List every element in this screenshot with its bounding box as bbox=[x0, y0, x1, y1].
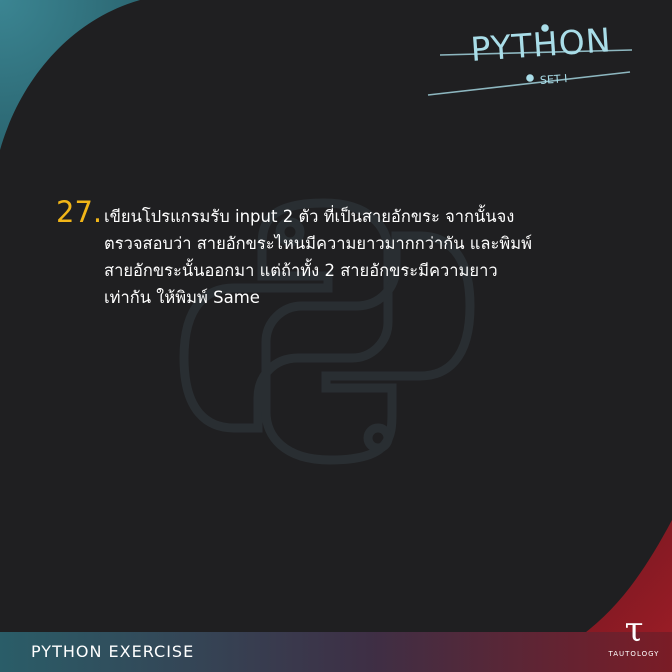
question-text: เขียนโปรแกรมรับ input 2 ตัว ที่เป็นสายอั… bbox=[104, 203, 624, 311]
footer-label: PYTHON EXERCISE bbox=[31, 642, 195, 661]
question-line: เท่ากัน ให้พิมพ์ Same bbox=[104, 288, 260, 307]
set-label: SET I bbox=[539, 72, 568, 87]
python-title: PYTHON bbox=[469, 20, 613, 69]
question-line: สายอักขระนั้นออกมา แต่ถ้าทั้ง 2 สายอักขร… bbox=[104, 261, 498, 280]
python-title-logo: PYTHON SET I bbox=[420, 18, 640, 108]
brand-glyph: τ bbox=[624, 610, 644, 650]
question-line: เขียนโปรแกรมรับ input 2 ตัว ที่เป็นสายอั… bbox=[104, 207, 515, 226]
question-number: 27. bbox=[56, 195, 103, 229]
tautology-logo-icon: τ TAUTOLOGY bbox=[596, 612, 672, 658]
brand-name: TAUTOLOGY bbox=[608, 650, 660, 658]
teal-corner-shape bbox=[0, 0, 140, 150]
question-line: ตรวจสอบว่า สายอักขระไหนมีความยาวมากกว่าก… bbox=[104, 234, 533, 253]
exercise-card: PYTHON SET I 27. เขียนโปรแกรมรับ input 2… bbox=[0, 0, 672, 672]
